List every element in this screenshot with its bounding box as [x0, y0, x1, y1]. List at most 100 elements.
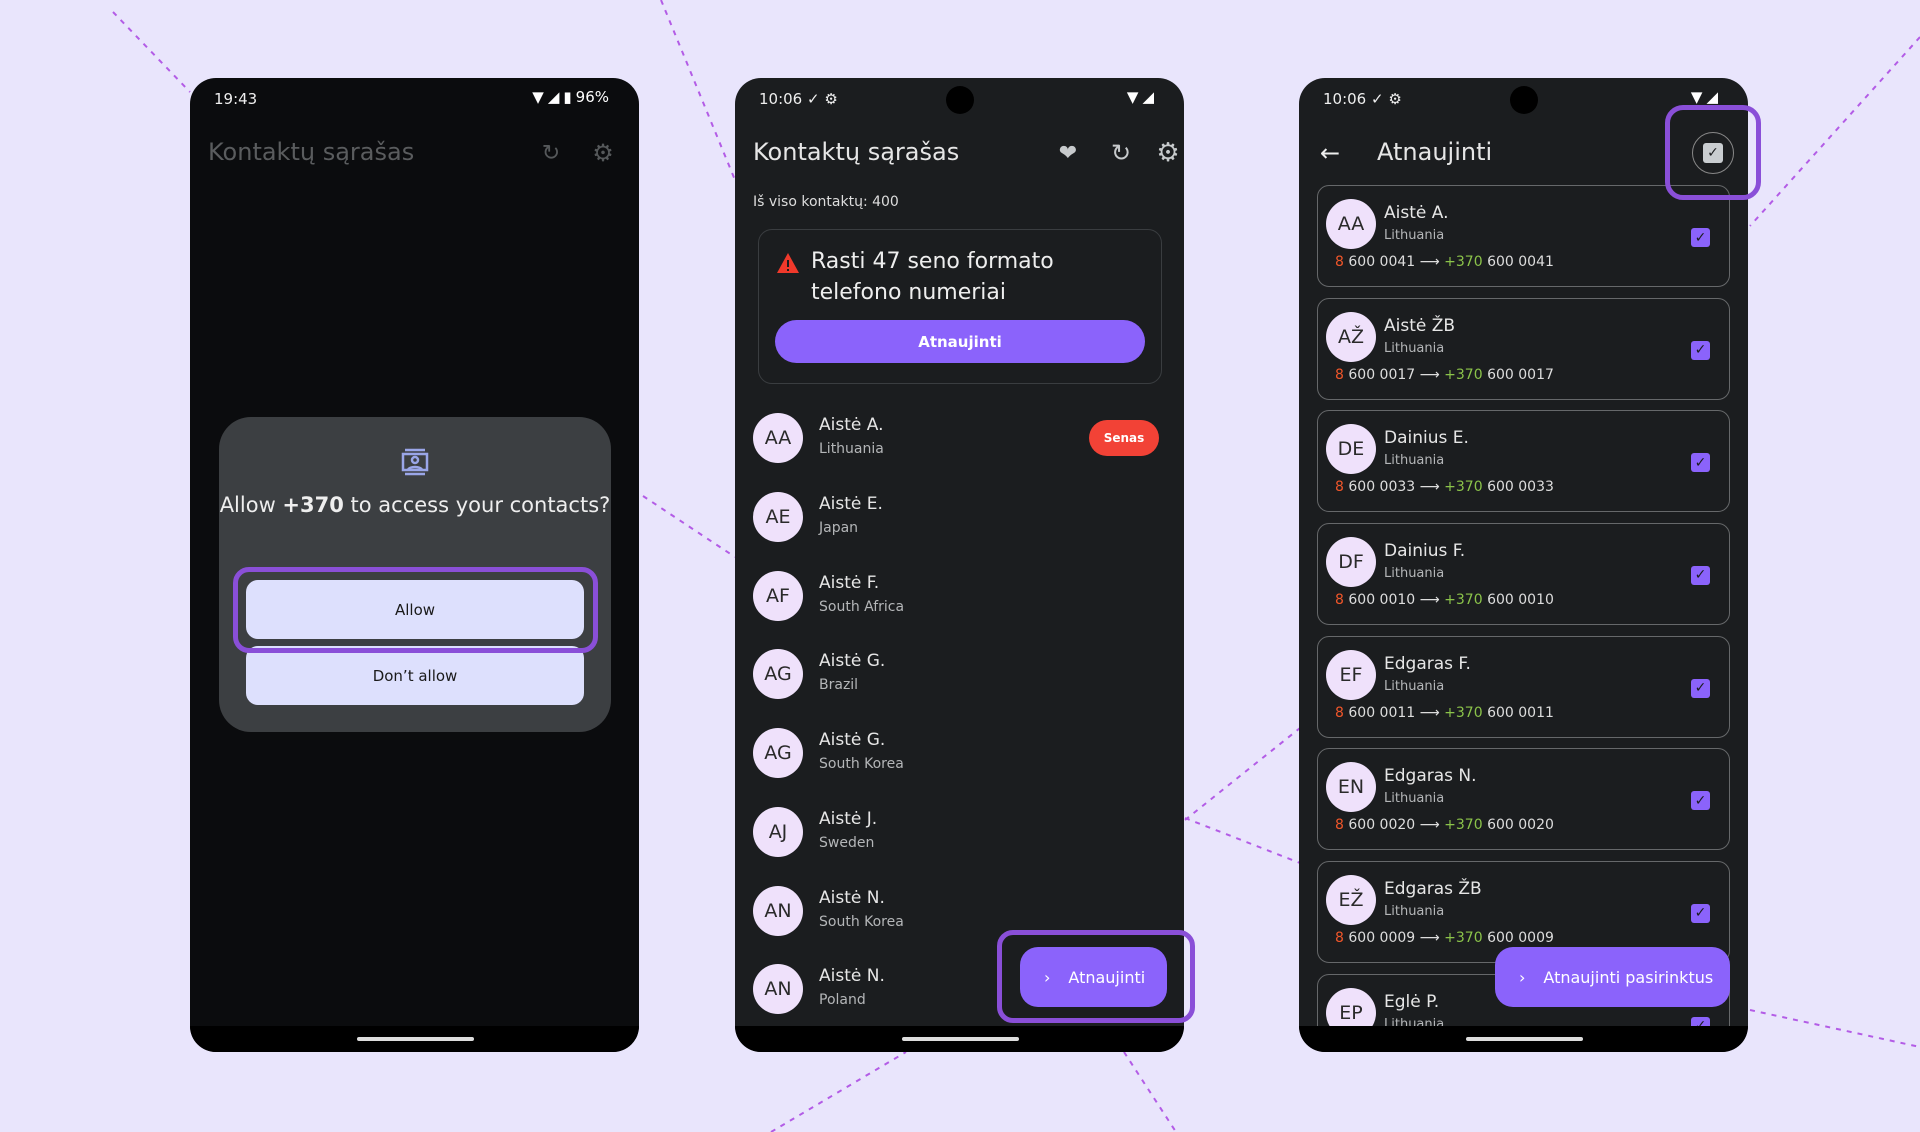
contact-name: Aistė N. [819, 887, 885, 908]
arrow-right-icon: ⟶ [1419, 929, 1440, 946]
contact-country: Brazil [819, 677, 859, 694]
avatar: AN [753, 964, 803, 1015]
update-contact-card[interactable]: AA Aistė A. Lithuania 8 600 0041 ⟶ +370 … [1317, 185, 1730, 287]
contact-name: Aistė ŽB [1384, 315, 1456, 336]
contact-name: Aistė F. [819, 572, 880, 593]
contact-row[interactable]: AJ Aistė J. Sweden [735, 797, 1184, 867]
avatar: AG [753, 649, 803, 700]
wifi-icon: ▼ [1690, 88, 1703, 106]
app-name: +370 [282, 493, 344, 517]
debug-icon: ⚙ [1388, 90, 1402, 108]
update-contact-card[interactable]: DF Dainius F. Lithuania 8 600 0010 ⟶ +37… [1317, 522, 1730, 625]
number-conversion: 8 600 0020 ⟶ +370 600 0020 [1335, 817, 1554, 834]
contact-country: Lithuania [1384, 340, 1445, 356]
avatar: AG [753, 728, 803, 778]
warning-card: Rasti 47 seno formato telefono numeriai … [758, 229, 1162, 384]
back-arrow-icon[interactable]: ← [1315, 138, 1345, 168]
warning-icon [777, 253, 799, 273]
number-conversion: 8 600 0033 ⟶ +370 600 0033 [1335, 479, 1554, 496]
gear-icon[interactable]: ⚙ [588, 138, 618, 168]
status-icons: ▼ ◢ [1691, 88, 1718, 106]
phone-update-screen: 10:06 ✓ ⚙ ▼ ◢ ← Atnaujinti ✓ AA Aistė A. … [1299, 78, 1748, 1052]
status-time: 10:06 ✓ ⚙ [1323, 90, 1402, 108]
dialog-message: Allow +370 to access your contacts? [219, 493, 611, 517]
arrow-right-icon: ⟶ [1419, 591, 1440, 608]
update-button[interactable]: Atnaujinti [775, 320, 1145, 363]
contact-checkbox[interactable]: ✓ [1691, 791, 1710, 811]
contact-checkbox[interactable]: ✓ [1691, 565, 1710, 585]
update-contact-card[interactable]: DE Dainius E. Lithuania 8 600 0033 ⟶ +37… [1317, 410, 1730, 513]
avatar: EŽ [1326, 874, 1376, 925]
contact-row[interactable]: AG Aistė G. Brazil [735, 639, 1184, 709]
home-indicator[interactable] [902, 1037, 1019, 1041]
contact-country: Lithuania [1384, 453, 1445, 469]
update-contact-card[interactable]: EN Edgaras N. Lithuania 8 600 0020 ⟶ +37… [1317, 748, 1730, 851]
contact-row[interactable]: AA Aistė A. Lithuania Senas [735, 403, 1184, 473]
dont-allow-button[interactable]: Don’t allow [246, 646, 584, 705]
avatar: EN [1326, 762, 1376, 813]
number-conversion: 8 600 0041 ⟶ +370 600 0041 [1335, 254, 1554, 270]
status-icons: ▼ ◢ [1127, 88, 1154, 106]
contact-name: Aistė A. [819, 415, 884, 435]
contact-name: Edgaras ŽB [1384, 878, 1482, 899]
contact-checkbox[interactable]: ✓ [1691, 228, 1710, 247]
camera-cutout [946, 86, 974, 114]
contact-name: Aistė A. [1384, 203, 1449, 223]
avatar: DF [1326, 536, 1376, 587]
contact-checkbox[interactable]: ✓ [1691, 340, 1710, 360]
contact-checkbox[interactable]: ✓ [1691, 903, 1710, 923]
home-indicator[interactable] [357, 1037, 474, 1041]
update-contact-card[interactable]: EF Edgaras F. Lithuania 8 600 0011 ⟶ +37… [1317, 635, 1730, 738]
avatar: AŽ [1326, 311, 1376, 362]
contact-checkbox[interactable]: ✓ [1691, 453, 1710, 473]
app-title: Kontaktų sąrašas [208, 138, 415, 166]
highlight-update-fab [997, 930, 1195, 1023]
home-indicator[interactable] [1466, 1037, 1583, 1041]
app-title: Kontaktų sąrašas [753, 138, 960, 166]
battery-icon: ▮ [563, 88, 572, 106]
contact-name: Aistė N. [819, 966, 885, 987]
volunteer-icon[interactable]: ❤ [1053, 138, 1083, 168]
total-contacts: Iš viso kontaktų: 400 [753, 194, 899, 210]
arrow-right-icon: ⟶ [1419, 366, 1440, 383]
highlight-select-all [1665, 105, 1761, 200]
status-time: 19:43 [214, 90, 258, 108]
avatar: DE [1326, 424, 1376, 475]
avatar: AE [753, 491, 803, 542]
contact-country: Lithuania [819, 441, 884, 457]
status-time: 10:06 ✓ ⚙ [759, 90, 838, 108]
phone-permission-screen: 19:43 ▼ ◢ ▮ 96% Kontaktų sąrašas ↻ ⚙ Allow … [190, 78, 639, 1052]
refresh-icon[interactable]: ↻ [1106, 138, 1136, 168]
avatar: AF [753, 570, 803, 621]
contacts-icon [401, 448, 429, 476]
avatar: EF [1326, 649, 1376, 700]
contact-name: Aistė G. [819, 730, 886, 750]
number-conversion: 8 600 0011 ⟶ +370 600 0011 [1335, 704, 1554, 721]
contact-name: Edgaras F. [1384, 653, 1471, 674]
refresh-icon[interactable]: ↻ [536, 138, 566, 168]
wifi-icon: ▼ [1126, 88, 1139, 106]
contact-country: Lithuania [1384, 228, 1445, 243]
contact-country: Lithuania [1384, 903, 1445, 919]
number-conversion: 8 600 0017 ⟶ +370 600 0017 [1335, 366, 1554, 383]
arrow-right-icon: ⟶ [1419, 479, 1440, 496]
contact-row[interactable]: AE Aistė E. Japan [735, 482, 1184, 552]
contact-row[interactable]: AF Aistė F. South Africa [735, 561, 1184, 631]
contact-name: Aistė G. [819, 651, 886, 672]
update-selected-fab[interactable]: › Atnaujinti pasirinktus [1495, 947, 1730, 1007]
contact-row[interactable]: AG Aistė G. South Korea [735, 718, 1184, 788]
contact-checkbox[interactable]: ✓ [1691, 678, 1710, 698]
signal-icon: ◢ [1706, 88, 1718, 106]
avatar: AA [753, 413, 803, 463]
contact-name: Dainius F. [1384, 540, 1466, 561]
contact-country: South Korea [819, 913, 904, 930]
number-conversion: 8 600 0010 ⟶ +370 600 0010 [1335, 591, 1554, 608]
gear-icon[interactable]: ⚙ [1153, 138, 1183, 168]
contact-country: Japan [819, 519, 859, 536]
arrow-right-icon: ⟶ [1419, 254, 1440, 270]
contact-country: Lithuania [1384, 791, 1445, 807]
contact-name: Edgaras N. [1384, 766, 1477, 787]
warning-text: Rasti 47 seno formato telefono numeriai [811, 249, 1054, 305]
update-contact-card[interactable]: AŽ Aistė ŽB Lithuania 8 600 0017 ⟶ +370 … [1317, 297, 1730, 400]
old-format-badge: Senas [1089, 420, 1159, 456]
